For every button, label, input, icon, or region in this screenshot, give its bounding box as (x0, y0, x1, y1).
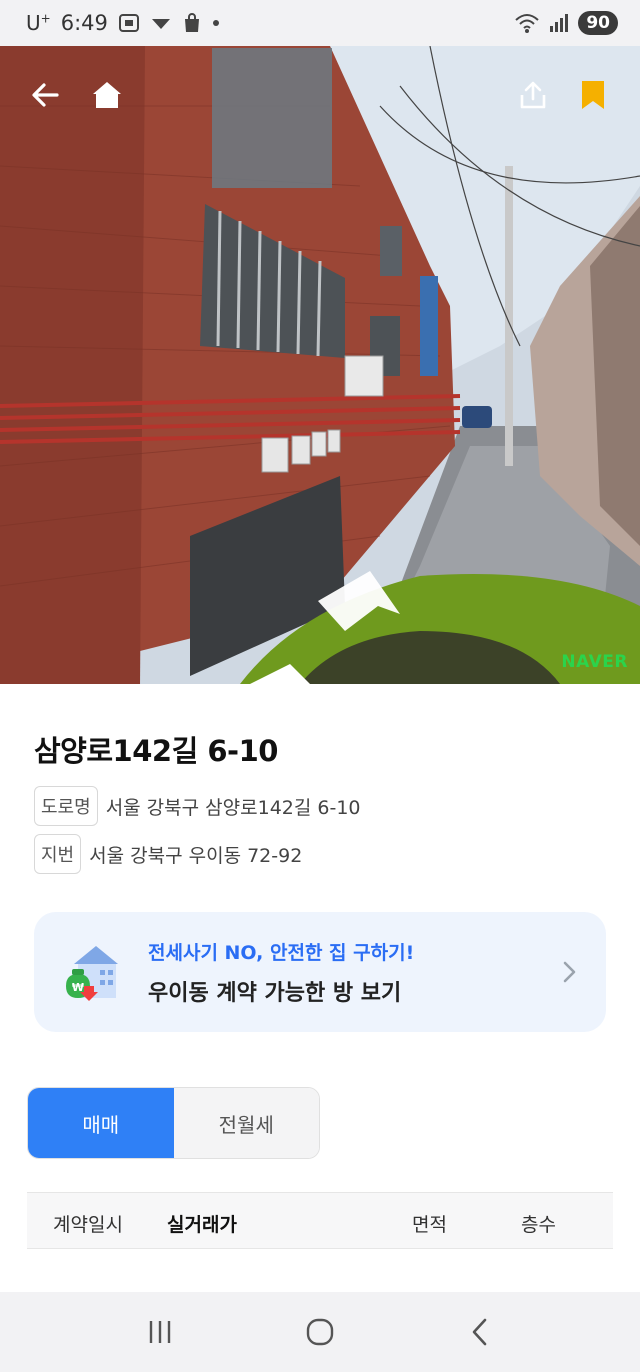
back-arrow-icon[interactable] (22, 72, 68, 118)
carrier-label: U+ (26, 11, 51, 35)
column-header-area[interactable]: 면적 (412, 1210, 447, 1237)
road-address-tag: 도로명 (34, 786, 98, 826)
street-view-scene (0, 46, 640, 684)
shopping-bag-icon (182, 12, 202, 34)
lot-address-tag: 지번 (34, 834, 82, 874)
naver-watermark: NAVER (561, 652, 628, 672)
page-title: 삼양로142길 6-10 (34, 734, 278, 768)
share-icon[interactable] (510, 72, 556, 118)
signal-icon (548, 12, 570, 34)
screenshot-icon (118, 12, 140, 34)
recent-apps-icon[interactable] (130, 1302, 190, 1362)
street-view-image[interactable]: NAVER (0, 46, 640, 684)
banner-headline: 전세사기 NO, 안전한 집 구하기! (148, 941, 415, 964)
download-icon (150, 12, 172, 34)
tab-sale[interactable]: 매매 (28, 1088, 174, 1158)
home-circle-icon[interactable] (290, 1302, 350, 1362)
road-address-row: 도로명 서울 강북구 삼양로142길 6-10 (34, 786, 361, 826)
column-header-actual-price[interactable]: 실거래가 (167, 1210, 237, 1237)
banner-subtext: 우이동 계약 가능한 방 보기 (148, 980, 402, 1006)
column-header-contract-date[interactable]: 계약일시 (53, 1210, 123, 1237)
battery-badge: 90 (578, 11, 618, 35)
bookmark-icon[interactable] (570, 72, 616, 118)
dot-icon (212, 19, 220, 27)
home-icon[interactable] (84, 72, 130, 118)
safe-home-banner[interactable]: ₩ 전세사기 NO, 안전한 집 구하기! 우이동 계약 가능한 방 보기 (34, 912, 606, 1032)
column-header-floor[interactable]: 층수 (521, 1210, 556, 1237)
house-money-icon: ₩ (60, 940, 124, 1004)
road-address-text: 서울 강북구 삼양로142길 6-10 (105, 796, 361, 819)
back-chevron-icon[interactable] (450, 1302, 510, 1362)
deal-type-tabs: 매매 전월세 (27, 1087, 320, 1159)
system-nav-bar (0, 1292, 640, 1372)
lot-address-text: 서울 강북구 우이동 72-92 (89, 844, 303, 867)
tab-rent[interactable]: 전월세 (173, 1088, 319, 1158)
transaction-table-header: 계약일시 실거래가 면적 층수 (27, 1192, 613, 1249)
status-time: 6:49 (60, 11, 108, 35)
wifi-icon (514, 12, 540, 34)
lot-address-row: 지번 서울 강북구 우이동 72-92 (34, 834, 302, 874)
chevron-right-icon (562, 960, 578, 988)
status-bar: U+ 6:49 90 (0, 0, 640, 46)
